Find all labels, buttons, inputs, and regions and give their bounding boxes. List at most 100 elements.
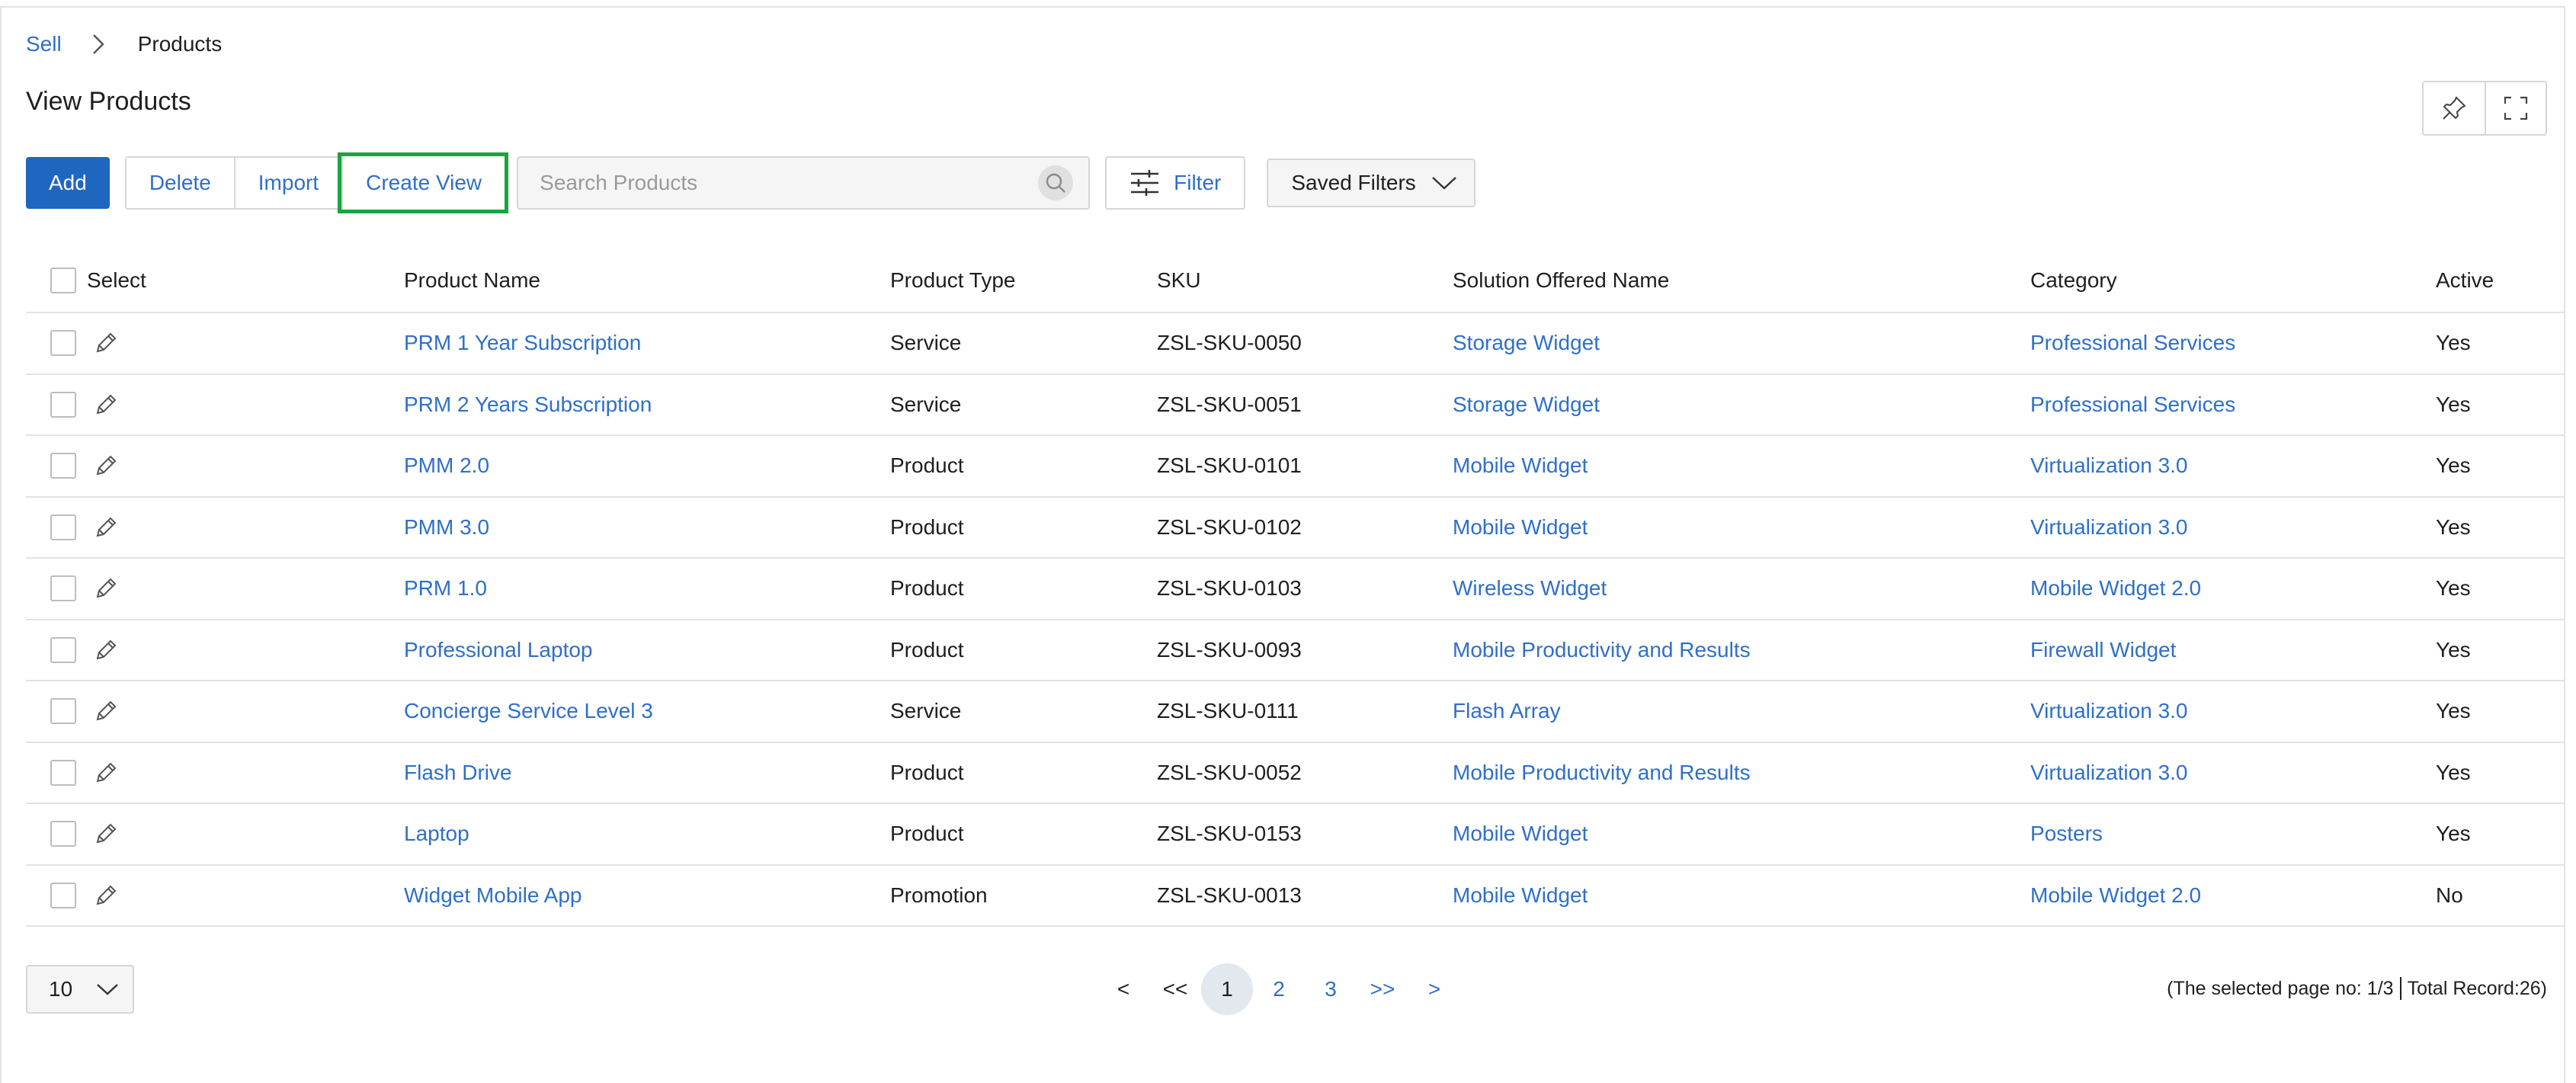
product-name-link[interactable]: Concierge Service Level 3	[404, 699, 653, 723]
product-sku: ZSL-SKU-0101	[1157, 453, 1302, 478]
import-button[interactable]: Import	[233, 158, 342, 208]
first-page-button[interactable]: <<	[1149, 963, 1201, 1015]
header-category[interactable]: Category	[2030, 248, 2436, 313]
product-sku: ZSL-SKU-0050	[1157, 331, 1302, 355]
solution-offered-link[interactable]: Flash Array	[1453, 699, 1561, 723]
pencil-icon[interactable]	[93, 330, 119, 356]
header-active[interactable]: Active	[2436, 248, 2565, 313]
pin-icon	[2443, 96, 2466, 120]
filter-label: Filter	[1174, 171, 1222, 194]
pagination: < << 1 2 3 >> >	[1097, 963, 1460, 1015]
prev-page-button[interactable]: <	[1097, 963, 1149, 1015]
pencil-icon[interactable]	[93, 392, 119, 418]
row-select-cell	[26, 435, 404, 498]
table-row: PMM 3.0 Product ZSL-SKU-0102 Mobile Widg…	[26, 496, 2565, 559]
category-link[interactable]: Virtualization 3.0	[2030, 699, 2188, 723]
product-sku: ZSL-SKU-0051	[1157, 392, 1302, 416]
category-link[interactable]: Professional Services	[2030, 331, 2235, 354]
product-sku: ZSL-SKU-0093	[1157, 637, 1302, 662]
category-link[interactable]: Mobile Widget 2.0	[2030, 883, 2201, 907]
select-all-checkbox[interactable]	[50, 267, 76, 293]
product-name-link[interactable]: PRM 2 Years Subscription	[404, 393, 652, 416]
header-solution-offered-name[interactable]: Solution Offered Name	[1453, 248, 2030, 313]
pencil-icon[interactable]	[93, 637, 119, 663]
page-1-button[interactable]: 1	[1201, 963, 1253, 1015]
product-active: Yes	[2436, 331, 2471, 355]
row-checkbox[interactable]	[50, 330, 76, 357]
product-name-link[interactable]: Widget Mobile App	[404, 883, 582, 907]
category-link[interactable]: Virtualization 3.0	[2030, 515, 2188, 539]
category-link[interactable]: Mobile Widget 2.0	[2030, 576, 2201, 600]
category-link[interactable]: Firewall Widget	[2030, 638, 2176, 662]
solution-offered-link[interactable]: Mobile Widget	[1453, 515, 1588, 539]
header-product-type[interactable]: Product Type	[890, 248, 1157, 313]
breadcrumb-current: Products	[137, 32, 223, 56]
product-name-link[interactable]: PRM 1.0	[404, 576, 487, 600]
solution-offered-link[interactable]: Mobile Productivity and Results	[1453, 638, 1751, 662]
next-page-button[interactable]: >	[1408, 963, 1460, 1015]
header-sku[interactable]: SKU	[1157, 248, 1453, 313]
page-2-button[interactable]: 2	[1253, 963, 1305, 1015]
category-link[interactable]: Posters	[2030, 822, 2103, 845]
solution-offered-link[interactable]: Wireless Widget	[1453, 576, 1607, 600]
solution-offered-link[interactable]: Storage Widget	[1453, 331, 1600, 354]
pencil-icon[interactable]	[93, 514, 119, 540]
category-link[interactable]: Virtualization 3.0	[2030, 761, 2188, 784]
table-row: PRM 2 Years Subscription Service ZSL-SKU…	[26, 373, 2565, 436]
solution-offered-link[interactable]: Mobile Widget	[1453, 883, 1588, 907]
row-checkbox[interactable]	[50, 391, 76, 418]
row-checkbox[interactable]	[50, 698, 76, 725]
category-link[interactable]: Virtualization 3.0	[2030, 453, 2188, 477]
add-button[interactable]: Add	[26, 157, 110, 209]
row-checkbox[interactable]	[50, 759, 76, 786]
product-name-link[interactable]: Flash Drive	[404, 761, 512, 784]
page-size-select[interactable]: 10	[26, 965, 134, 1014]
last-page-button[interactable]: >>	[1357, 963, 1408, 1015]
pencil-icon[interactable]	[93, 883, 119, 908]
page-title: View Products	[26, 87, 191, 116]
product-name-link[interactable]: PRM 1 Year Subscription	[404, 331, 641, 354]
row-select-cell	[26, 742, 404, 804]
row-checkbox[interactable]	[50, 636, 76, 663]
product-type: Product	[890, 637, 964, 662]
pin-button[interactable]	[2424, 82, 2485, 134]
table-row: Widget Mobile App Promotion ZSL-SKU-0013…	[26, 864, 2565, 927]
products-table: Select Product Name Product Type SKU Sol…	[26, 248, 2565, 927]
breadcrumb-sell-link[interactable]: Sell	[26, 32, 62, 56]
table-row: Concierge Service Level 3 Service ZSL-SK…	[26, 681, 2565, 743]
solution-offered-link[interactable]: Mobile Widget	[1453, 822, 1588, 845]
fullscreen-button[interactable]	[2485, 82, 2546, 134]
pencil-icon[interactable]	[93, 698, 119, 724]
product-type: Product	[890, 822, 964, 846]
header-product-name[interactable]: Product Name	[404, 248, 890, 313]
solution-offered-link[interactable]: Mobile Widget	[1453, 453, 1588, 477]
pencil-icon[interactable]	[93, 453, 119, 479]
page-info: (The selected page no: 1/3 Total Record:…	[2167, 977, 2547, 1000]
table-row: Professional Laptop Product ZSL-SKU-0093…	[26, 619, 2565, 681]
row-checkbox[interactable]	[50, 514, 76, 540]
row-checkbox[interactable]	[50, 821, 76, 847]
pencil-icon[interactable]	[93, 821, 119, 847]
solution-offered-link[interactable]: Mobile Productivity and Results	[1453, 761, 1751, 784]
pencil-icon[interactable]	[93, 575, 119, 601]
product-name-link[interactable]: Laptop	[404, 822, 469, 845]
row-checkbox[interactable]	[50, 453, 76, 479]
product-name-link[interactable]: PMM 2.0	[404, 453, 489, 477]
page-info-total: Total Record:26)	[2407, 977, 2547, 999]
filter-button[interactable]: Filter	[1105, 156, 1246, 210]
row-checkbox[interactable]	[50, 575, 76, 602]
create-view-button[interactable]: Create View	[338, 152, 509, 213]
product-name-link[interactable]: PMM 3.0	[404, 515, 489, 539]
saved-filters-dropdown[interactable]: Saved Filters	[1267, 159, 1475, 207]
product-active: Yes	[2436, 392, 2471, 416]
pencil-icon[interactable]	[93, 760, 119, 786]
product-name-link[interactable]: Professional Laptop	[404, 638, 593, 662]
delete-button[interactable]: Delete	[126, 158, 234, 208]
solution-offered-link[interactable]: Storage Widget	[1453, 393, 1600, 416]
search-input[interactable]	[540, 171, 1039, 195]
product-active: Yes	[2436, 514, 2471, 539]
row-checkbox[interactable]	[50, 882, 76, 908]
category-link[interactable]: Professional Services	[2030, 393, 2235, 416]
page-3-button[interactable]: 3	[1305, 963, 1357, 1015]
search-button[interactable]	[1038, 165, 1074, 200]
